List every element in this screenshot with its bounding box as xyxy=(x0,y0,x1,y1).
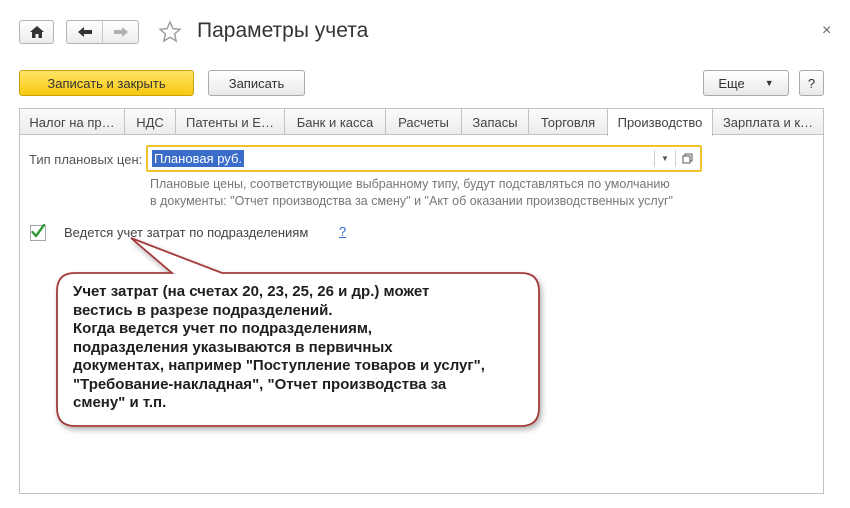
callout-line: документах, например "Поступление товаро… xyxy=(73,357,485,374)
callout-line: Учет затрат (на счетах 20, 23, 25, 26 и … xyxy=(73,283,430,300)
callout-line: "Требование-накладная", "Отчет производс… xyxy=(73,375,447,393)
callout-text: Учет затрат (на счетах 20, 23, 25, 26 и … xyxy=(73,283,533,413)
callout-line: Когда ведется учет по подразделениям, xyxy=(73,320,373,337)
callout-line: вестись в разрезе подразделений. xyxy=(73,301,333,319)
callout-line: подразделения указываются в первичных xyxy=(73,338,393,356)
callout-bubble xyxy=(56,237,540,427)
callout-line: смену" и т.п. xyxy=(73,394,167,411)
tab-production[interactable]: Производство xyxy=(607,108,713,136)
